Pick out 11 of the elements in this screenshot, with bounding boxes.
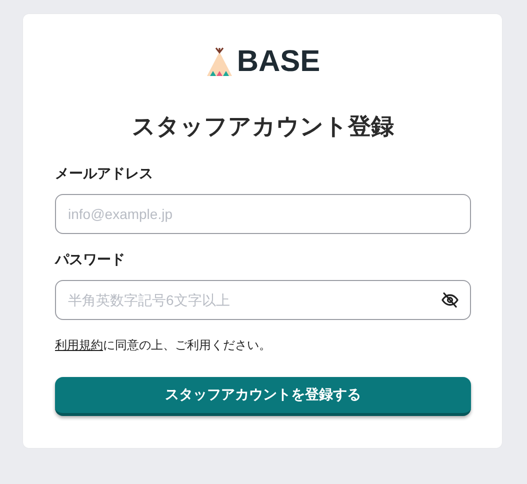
register-button[interactable]: スタッフアカウントを登録する (55, 377, 471, 416)
tent-icon (206, 47, 233, 77)
field-label: パスワード (55, 251, 126, 269)
field-label: メールアドレス (55, 165, 154, 183)
terms-notice: 利用規約に同意の上、ご利用ください。 (55, 337, 272, 354)
terms-link[interactable]: 利用規約 (55, 338, 103, 352)
password-field[interactable]: 半角英数字記号6文字以上 (55, 280, 471, 320)
logo-text: BASE (236, 45, 320, 79)
page-title: スタッフアカウント登録 (131, 112, 395, 141)
email-field[interactable]: info@example.jp (55, 194, 471, 234)
eye-slash-icon[interactable] (441, 291, 459, 309)
